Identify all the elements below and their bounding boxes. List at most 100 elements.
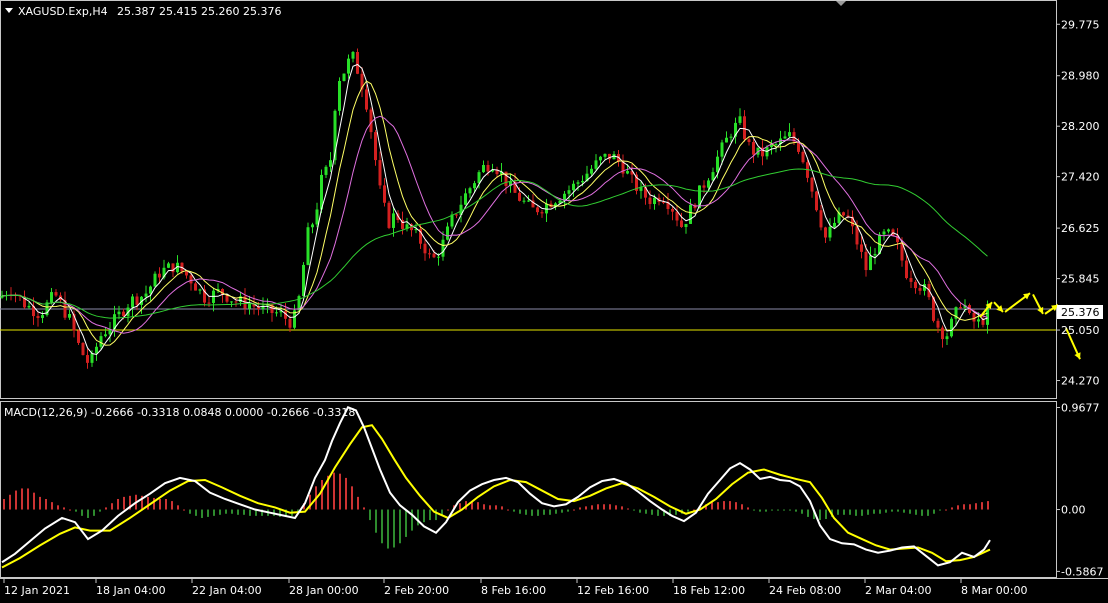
candle-body — [653, 197, 656, 205]
macd-histogram-bar — [171, 501, 173, 510]
macd-histogram-bar — [207, 509, 209, 517]
time-tick-label: 28 Jan 00:00 — [289, 584, 359, 597]
macd-histogram-bar — [789, 509, 791, 511]
macd-histogram-bar — [807, 509, 809, 517]
candle-body — [117, 311, 121, 315]
candle-body — [189, 275, 193, 284]
candle-body — [194, 283, 197, 291]
candle-body — [149, 286, 152, 294]
macd-histogram-bar — [561, 509, 563, 513]
macd-histogram-bar — [885, 509, 887, 513]
candle-body — [729, 136, 733, 138]
candle-body — [950, 318, 953, 337]
macd-histogram-bar — [537, 509, 539, 516]
candle-body — [707, 180, 710, 188]
macd-histogram-bar — [585, 506, 587, 510]
candle-body — [369, 109, 373, 133]
ma-fast-line — [1, 63, 988, 356]
candle-body — [477, 172, 481, 184]
macd-histogram-bar — [897, 509, 899, 512]
macd-indicator-label: MACD(12,26,9) -0.2666 -0.3318 0.0848 0.0… — [4, 406, 355, 419]
trading-chart[interactable]: 29.775 28.980 28.200 27.420 26.625 25.845 25.0… — [0, 0, 1108, 599]
dropdown-triangle-icon[interactable] — [5, 8, 13, 13]
macd-histogram-bar — [21, 488, 23, 510]
candle-body — [855, 226, 859, 245]
macd-histogram-bar — [321, 480, 323, 510]
candle-body — [590, 168, 593, 174]
macd-histogram-bar — [105, 507, 107, 510]
macd-histogram-bar — [219, 509, 221, 515]
candle-body — [306, 227, 310, 265]
candle-body — [144, 293, 148, 297]
candle-body — [774, 144, 778, 146]
macd-histogram-bar — [627, 508, 629, 510]
macd-histogram-bar — [933, 509, 935, 514]
candle-body — [374, 132, 377, 161]
macd-histogram-bar — [543, 509, 545, 515]
macd-histogram-bar — [849, 509, 851, 515]
macd-histogram-bar — [891, 509, 893, 512]
candle-body — [248, 304, 251, 309]
macd-histogram-bar — [747, 507, 749, 510]
macd-tick-label: 0.9677 — [1061, 402, 1100, 415]
candle-body — [347, 58, 350, 74]
chart-svg[interactable]: 29.775 28.980 28.200 27.420 26.625 25.845 25.0… — [0, 0, 1108, 599]
candle-body — [959, 307, 962, 309]
candle-body — [185, 271, 188, 276]
candle-body — [914, 281, 917, 289]
candle-body — [207, 302, 211, 304]
candle-body — [522, 200, 526, 202]
macd-histogram-bar — [867, 509, 869, 515]
time-tick-label: 12 Feb 16:00 — [577, 584, 649, 597]
candle-body — [36, 316, 40, 318]
macd-histogram-bar — [15, 490, 17, 510]
time-tick-label: 12 Jan 2021 — [4, 584, 70, 597]
macd-histogram-bar — [381, 509, 383, 544]
candle-body — [788, 132, 791, 137]
macd-histogram-bar — [387, 509, 389, 549]
candle-body — [936, 320, 940, 328]
macd-histogram-bar — [573, 509, 575, 511]
candle-body — [833, 222, 836, 227]
macd-histogram-bar — [447, 509, 449, 511]
candle-body — [743, 116, 746, 140]
macd-histogram-bar — [753, 509, 755, 511]
macd-histogram-bar — [855, 509, 857, 516]
ohlc-values: 25.387 25.415 25.260 25.376 — [117, 5, 281, 18]
macd-histogram-bar — [435, 509, 437, 521]
macd-histogram-bar — [579, 507, 581, 510]
candle-body — [819, 210, 823, 228]
candle-body — [104, 334, 107, 337]
macd-panel-frame — [0, 401, 1057, 578]
macd-histogram-bar — [939, 509, 941, 511]
macd-histogram-bar — [735, 502, 737, 510]
candle-body — [383, 185, 386, 203]
macd-histogram-bar — [45, 498, 47, 510]
macd-histogram-bar — [75, 509, 77, 512]
candle-body — [860, 244, 863, 252]
macd-tick-label: -0.5867 — [1061, 565, 1103, 578]
macd-histogram-bar — [357, 496, 359, 510]
macd-histogram-bar — [717, 502, 719, 510]
macd-histogram-bar — [603, 504, 605, 510]
macd-histogram-bar — [759, 509, 761, 512]
candle-body — [540, 212, 544, 214]
candle-body — [230, 301, 233, 303]
time-tick-label: 8 Mar 00:00 — [961, 584, 1027, 597]
macd-histogram-bar — [507, 509, 509, 511]
candle-body — [626, 171, 629, 174]
macd-histogram-bar — [177, 505, 179, 510]
macd-histogram-bar — [375, 509, 377, 533]
candle-body — [288, 318, 292, 328]
macd-histogram-bar — [87, 509, 89, 518]
macd-histogram-bar — [483, 504, 485, 510]
candle-body — [27, 305, 31, 308]
candle-body — [392, 213, 395, 228]
candle-body — [689, 204, 692, 224]
macd-histogram-bar — [495, 505, 497, 510]
chart-shift-marker-icon[interactable] — [836, 1, 846, 6]
candle-body — [720, 142, 724, 157]
candle-body — [311, 224, 314, 228]
price-tick-label: 27.420 — [1061, 171, 1100, 184]
macd-histogram-bar — [861, 509, 863, 516]
